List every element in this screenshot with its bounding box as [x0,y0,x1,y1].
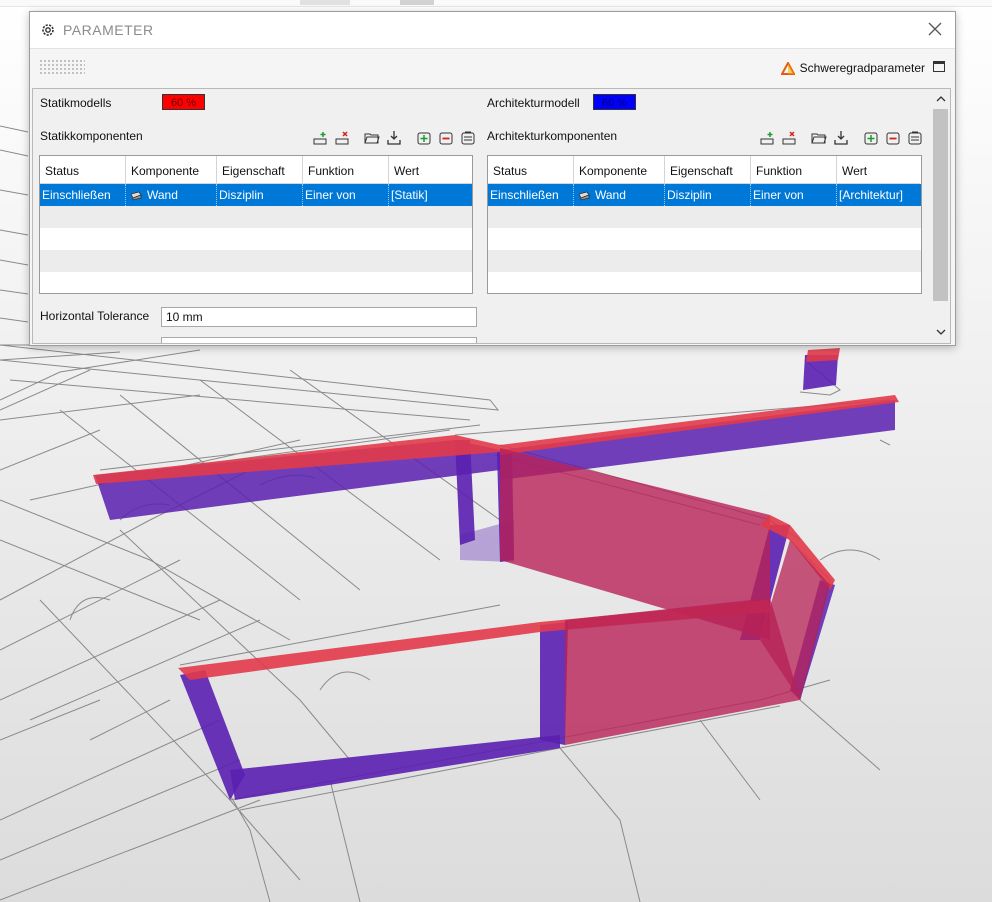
statik-components-table[interactable]: Status Komponente Eigenschaft Funktion W… [39,155,473,294]
open-folder-icon[interactable] [810,129,828,147]
warning-triangle-icon [780,61,795,75]
dialog-content: Statikmodells 60 % Statikkomponenten Sta… [32,88,951,344]
clear-group-icon[interactable] [906,129,924,147]
wall-icon [130,191,142,201]
open-folder-icon[interactable] [363,129,381,147]
empty-row [488,206,921,228]
dialog-titlebar[interactable]: PARAMETER [30,12,955,49]
remove-group-icon[interactable] [437,129,455,147]
value-cell[interactable]: [Statik] [389,184,472,206]
architecture-toolbar [758,129,924,147]
add-group-icon[interactable] [415,129,433,147]
architecture-model-percent[interactable]: 60 % [593,94,636,110]
close-icon[interactable] [927,21,943,37]
remove-row-icon[interactable] [780,129,798,147]
column-header[interactable]: Status [488,156,574,183]
empty-row [40,206,472,228]
table-row[interactable]: Einschließen Wand Disziplin Einer von [A… [488,184,921,206]
scroll-up-icon[interactable] [931,90,950,107]
architecture-components-table[interactable]: Status Komponente Eigenschaft Funktion W… [487,155,922,294]
property-cell[interactable]: Disziplin [217,184,303,206]
add-row-icon[interactable] [758,129,776,147]
severity-parameter-label: Schweregradparameter [799,61,925,75]
statik-model-label: Statikmodells [40,96,112,110]
column-header[interactable]: Komponente [126,156,217,183]
horizontal-tolerance-input[interactable]: 10 mm [161,307,477,327]
gear-icon [42,24,54,36]
dialog-toolbar: Schweregradparameter [30,49,955,87]
empty-row [40,228,472,250]
architecture-components-label: Architekturkomponenten [487,129,618,143]
window-icon[interactable] [933,61,945,72]
column-header[interactable]: Status [40,156,126,183]
statik-components-label: Statikkomponenten [40,129,143,143]
horizontal-tolerance-label: Horizontal Tolerance [40,309,150,323]
component-value: Wand [147,188,178,202]
architectural-walls [95,355,895,800]
empty-row [488,228,921,250]
statik-toolbar [311,129,477,147]
column-header[interactable]: Eigenschaft [665,156,751,183]
column-header[interactable]: Funktion [751,156,837,183]
component-cell[interactable]: Wand [574,184,665,206]
remove-row-icon[interactable] [333,129,351,147]
download-icon[interactable] [385,129,403,147]
column-header[interactable]: Wert [837,156,921,183]
architecture-model-label: Architekturmodell [487,96,580,110]
function-cell[interactable]: Einer von [303,184,389,206]
vertical-scrollbar[interactable] [931,89,950,343]
scroll-down-icon[interactable] [931,323,950,340]
function-cell[interactable]: Einer von [751,184,837,206]
dialog-title: PARAMETER [63,22,154,38]
column-header[interactable]: Eigenschaft [217,156,303,183]
clear-group-icon[interactable] [459,129,477,147]
scroll-thumb[interactable] [933,109,948,301]
column-header[interactable]: Funktion [303,156,389,183]
property-cell[interactable]: Disziplin [665,184,751,206]
next-field-input[interactable] [161,337,477,343]
column-header[interactable]: Wert [389,156,472,183]
parameter-dialog: PARAMETER Schweregradparameter Statikmod… [29,11,956,346]
statik-model-percent[interactable]: 60 % [162,94,205,110]
table-header: Status Komponente Eigenschaft Funktion W… [488,156,920,184]
component-value: Wand [595,188,626,202]
column-header[interactable]: Komponente [574,156,665,183]
remove-group-icon[interactable] [884,129,902,147]
wall-icon [578,191,590,201]
component-cell[interactable]: Wand [126,184,217,206]
drag-grip-icon[interactable] [39,59,85,75]
add-group-icon[interactable] [862,129,880,147]
table-row[interactable]: Einschließen Wand Disziplin Einer von [S… [40,184,472,206]
value-cell[interactable]: [Architektur] [837,184,921,206]
download-icon[interactable] [832,129,850,147]
empty-row [40,250,472,272]
status-cell[interactable]: Einschließen [40,184,126,206]
table-header: Status Komponente Eigenschaft Funktion W… [40,156,472,184]
add-row-icon[interactable] [311,129,329,147]
empty-row [488,250,921,272]
severity-parameter-button[interactable]: Schweregradparameter [780,59,925,77]
status-cell[interactable]: Einschließen [488,184,574,206]
